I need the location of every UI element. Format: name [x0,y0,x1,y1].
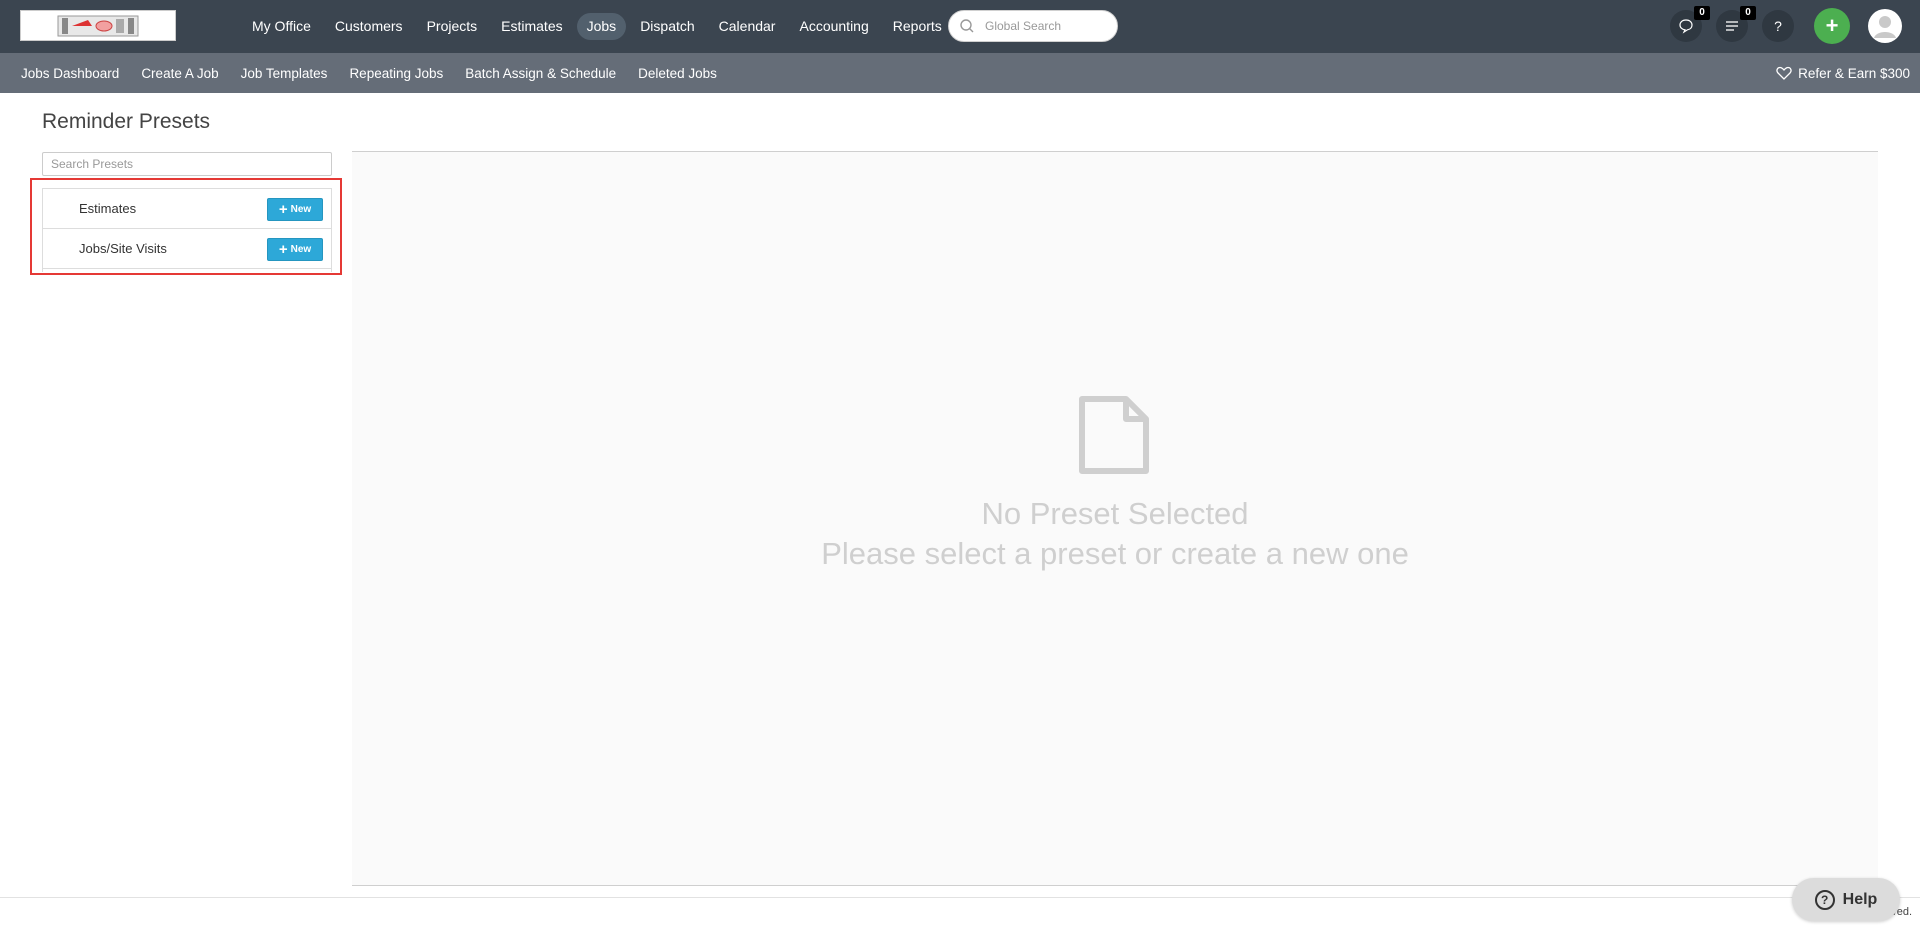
preset-search-input[interactable] [49,156,323,172]
subnav-deleted-jobs[interactable]: Deleted Jobs [638,66,717,81]
nav-reports[interactable]: Reports [883,13,952,40]
sub-navbar: Jobs Dashboard Create A Job Job Template… [0,53,1920,93]
notifications-button[interactable]: 0 [1716,6,1756,42]
preset-detail-panel: No Preset Selected Please select a prese… [352,151,1878,886]
chat-button[interactable]: 0 [1670,6,1710,42]
nav-my-office[interactable]: My Office [242,13,321,40]
global-search-input[interactable] [983,18,1107,34]
refer-earn-link[interactable]: Refer & Earn $300 [1776,53,1910,93]
refer-earn-label: Refer & Earn $300 [1798,65,1910,81]
preset-search [42,152,332,176]
help-question-button[interactable]: ? [1762,10,1794,42]
help-widget-button[interactable]: ? Help [1792,878,1900,921]
nav-estimates[interactable]: Estimates [491,13,572,40]
chat-bubble-icon [1679,19,1693,34]
nav-dispatch[interactable]: Dispatch [630,13,704,40]
empty-state-title: No Preset Selected [981,496,1249,531]
chat-count-badge: 0 [1694,6,1710,20]
avatar-icon [1869,10,1901,42]
logo-image-icon [57,15,139,36]
document-icon [1079,396,1149,474]
quick-add-button[interactable]: + [1814,8,1850,44]
footer-divider [0,897,1920,898]
user-avatar[interactable] [1868,9,1902,43]
plus-icon: + [1825,13,1839,38]
top-actions: 0 0 ? + [1656,6,1902,44]
subnav-create-a-job[interactable]: Create A Job [141,66,218,81]
subnav-batch-assign[interactable]: Batch Assign & Schedule [465,66,616,81]
nav-projects[interactable]: Projects [417,13,488,40]
list-icon [1726,21,1738,31]
page-title: Reminder Presets [42,110,211,133]
subnav-job-templates[interactable]: Job Templates [241,66,328,81]
nav-customers[interactable]: Customers [325,13,413,40]
help-label: Help [1842,890,1878,908]
notifications-count-badge: 0 [1740,6,1756,20]
question-circle-icon: ? [1814,889,1835,910]
jobs-subnav: Jobs Dashboard Create A Job Job Template… [21,53,739,93]
search-icon [960,19,974,33]
annotation-highlight-box [30,178,342,275]
question-icon: ? [1774,18,1782,34]
subnav-jobs-dashboard[interactable]: Jobs Dashboard [21,66,119,81]
company-logo[interactable] [20,10,176,41]
nav-accounting[interactable]: Accounting [789,13,878,40]
top-navbar: My Office Customers Projects Estimates J… [0,0,1920,53]
empty-state-subtitle: Please select a preset or create a new o… [821,536,1409,571]
subnav-repeating-jobs[interactable]: Repeating Jobs [349,66,443,81]
main-nav: My Office Customers Projects Estimates J… [242,13,956,40]
nav-calendar[interactable]: Calendar [709,13,786,40]
global-search [948,10,1118,42]
heart-icon [1776,66,1792,80]
nav-jobs[interactable]: Jobs [576,13,627,40]
